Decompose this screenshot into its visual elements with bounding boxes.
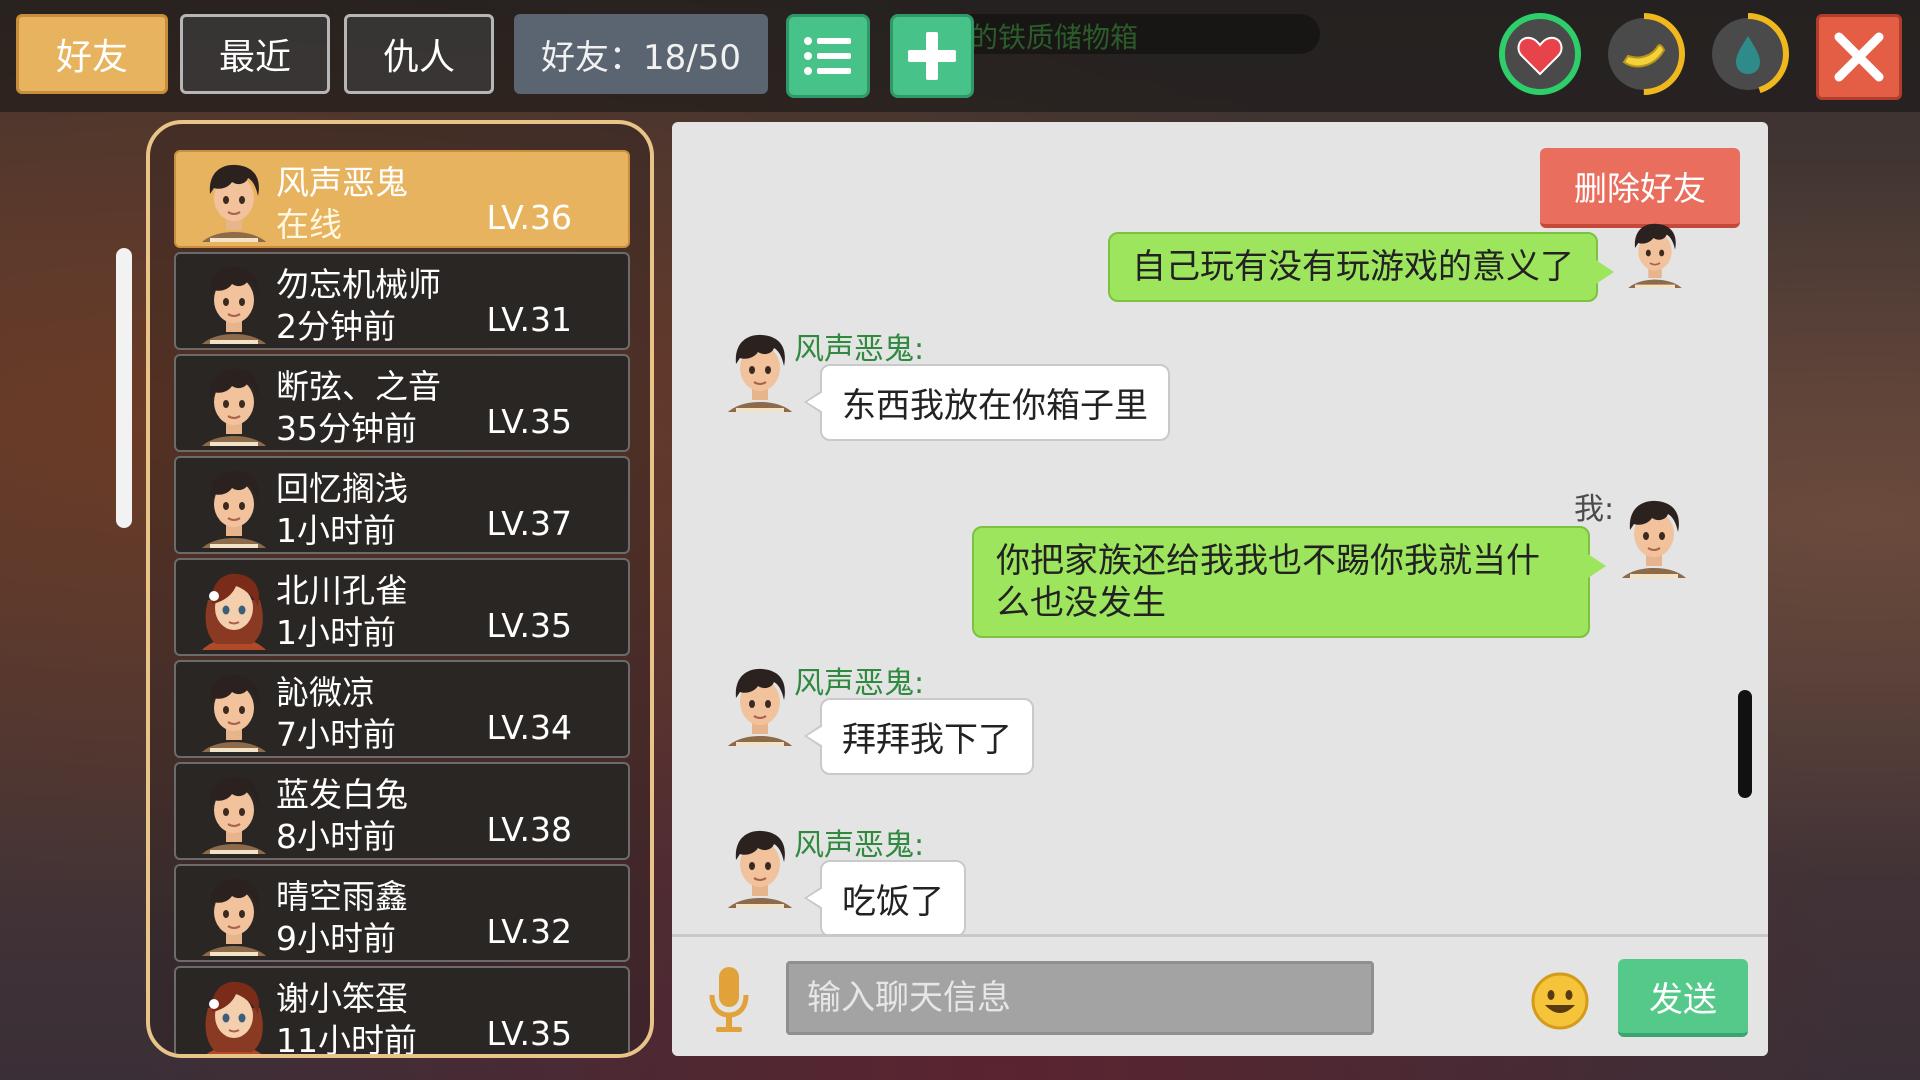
plus-icon (908, 32, 956, 80)
avatar (192, 668, 276, 752)
friend-list-scrollbar[interactable] (116, 248, 132, 528)
friend-avatar (718, 328, 802, 412)
avatar (192, 158, 276, 242)
friend-status: 1小时前 (276, 511, 396, 550)
avatar (192, 362, 276, 446)
friend-status: 7小时前 (276, 715, 396, 754)
list-icon (804, 37, 851, 75)
friend-level: LV.35 (486, 606, 572, 645)
message-text: 你把家族还给我我也不踢你我就当什么也没发生 (996, 541, 1540, 623)
sender-name: 风声恶鬼: (794, 666, 925, 701)
avatar (192, 872, 276, 956)
friend-name: 断弦、之音 (276, 367, 441, 406)
friend-row[interactable]: 回忆搁浅 1小时前 LV.37 (174, 456, 630, 554)
tab-enemies-label: 仇人 (382, 37, 455, 78)
add-friend-button[interactable] (890, 14, 974, 98)
banner-text: 的铁质储物箱 (970, 21, 1139, 54)
friend-avatar (718, 824, 802, 908)
friend-status: 11小时前 (276, 1021, 417, 1058)
friend-level: LV.38 (486, 810, 572, 849)
tab-recent-label: 最近 (218, 37, 291, 78)
friend-level: LV.37 (486, 504, 572, 543)
friend-row[interactable]: 晴空雨鑫 9小时前 LV.32 (174, 864, 630, 962)
friend-row[interactable]: 訫微凉 7小时前 LV.34 (174, 660, 630, 758)
chat-input-bar: 发送 (672, 934, 1768, 1056)
tab-friends-label: 好友 (55, 37, 128, 78)
my-message: 你把家族还给我我也不踢你我就当什么也没发生 (972, 526, 1606, 638)
friend-level: LV.34 (486, 708, 572, 747)
tab-recent[interactable]: 最近 (180, 14, 330, 94)
avatar (192, 464, 276, 548)
friend-name: 勿忘机械师 (276, 265, 441, 304)
notification-banner: 的铁质储物箱 (930, 14, 1320, 54)
chat-input[interactable] (786, 961, 1374, 1035)
friend-name: 訫微凉 (276, 673, 375, 712)
message-text: 拜拜我下了 (842, 720, 1012, 760)
thirst-meter (1707, 13, 1789, 95)
friend-level: LV.31 (486, 300, 572, 339)
health-meter (1499, 13, 1581, 95)
chat-scrollbar[interactable] (1738, 690, 1752, 798)
friend-name: 北川孔雀 (276, 571, 408, 610)
friend-row[interactable]: 断弦、之音 35分钟前 LV.35 (174, 354, 630, 452)
friend-name: 蓝发白兔 (276, 775, 408, 814)
tab-friends[interactable]: 好友 (16, 14, 168, 94)
friend-row[interactable]: 北川孔雀 1小时前 LV.35 (174, 558, 630, 656)
friend-level: LV.32 (486, 912, 572, 951)
avatar (192, 974, 276, 1058)
close-button[interactable] (1816, 14, 1902, 100)
friend-level: LV.35 (486, 1014, 572, 1053)
friend-message: 东西我放在你箱子里 (804, 364, 1170, 441)
avatar (192, 566, 276, 650)
friend-row[interactable]: 蓝发白兔 8小时前 LV.38 (174, 762, 630, 860)
message-text: 自己玩有没有玩游戏的意义了 (1132, 247, 1574, 287)
my-message: 自己玩有没有玩游戏的意义了 (1108, 232, 1614, 302)
friend-count-label: 好友：18/50 (541, 37, 741, 78)
avatar (192, 770, 276, 854)
sender-name: 风声恶鬼: (794, 828, 925, 863)
friend-count: 好友：18/50 (514, 14, 768, 94)
send-label: 发送 (1649, 979, 1717, 1020)
friend-avatar (718, 662, 802, 746)
delete-friend-label: 删除好友 (1574, 169, 1706, 208)
friend-status: 1小时前 (276, 613, 396, 652)
friend-status: 8小时前 (276, 817, 396, 856)
friend-name: 晴空雨鑫 (276, 877, 408, 916)
friend-row[interactable]: 风声恶鬼 在线 LV.36 (174, 150, 630, 248)
close-icon (1834, 32, 1884, 82)
friend-name: 回忆搁浅 (276, 469, 408, 508)
friend-status: 在线 (276, 205, 342, 244)
hunger-meter (1603, 13, 1685, 95)
friend-name: 谢小笨蛋 (276, 979, 408, 1018)
friend-row[interactable]: 勿忘机械师 2分钟前 LV.31 (174, 252, 630, 350)
tab-enemies[interactable]: 仇人 (344, 14, 494, 94)
friend-message: 拜拜我下了 (804, 698, 1034, 775)
sender-name: 风声恶鬼: (794, 332, 925, 367)
avatar (192, 260, 276, 344)
message-text: 吃饭了 (842, 882, 944, 922)
friend-status: 9小时前 (276, 919, 396, 958)
friend-message: 吃饭了 (804, 860, 966, 937)
friend-name: 风声恶鬼 (276, 163, 408, 202)
friend-level: LV.35 (486, 402, 572, 441)
my-avatar (1620, 218, 1690, 288)
chat-panel: 删除好友 自己玩有没有玩游戏的意义了 风声恶鬼: 东西我放在你箱子里 我: 你把… (672, 122, 1768, 1056)
smiley-icon[interactable] (1530, 971, 1590, 1031)
friend-row[interactable]: 谢小笨蛋 11小时前 LV.35 (174, 966, 630, 1058)
friend-status: 2分钟前 (276, 307, 396, 346)
list-button[interactable] (786, 14, 870, 98)
friend-status: 35分钟前 (276, 409, 417, 448)
microphone-icon[interactable] (704, 965, 754, 1035)
my-avatar (1612, 494, 1696, 578)
send-button[interactable]: 发送 (1618, 959, 1748, 1037)
friend-list: 风声恶鬼 在线 LV.36 勿忘机械师 2分钟前 LV.31 断弦、之音 35分… (146, 120, 654, 1058)
delete-friend-button[interactable]: 删除好友 (1540, 148, 1740, 228)
message-text: 东西我放在你箱子里 (842, 386, 1148, 426)
me-label: 我: (1574, 492, 1615, 527)
friend-level: LV.36 (486, 198, 572, 237)
